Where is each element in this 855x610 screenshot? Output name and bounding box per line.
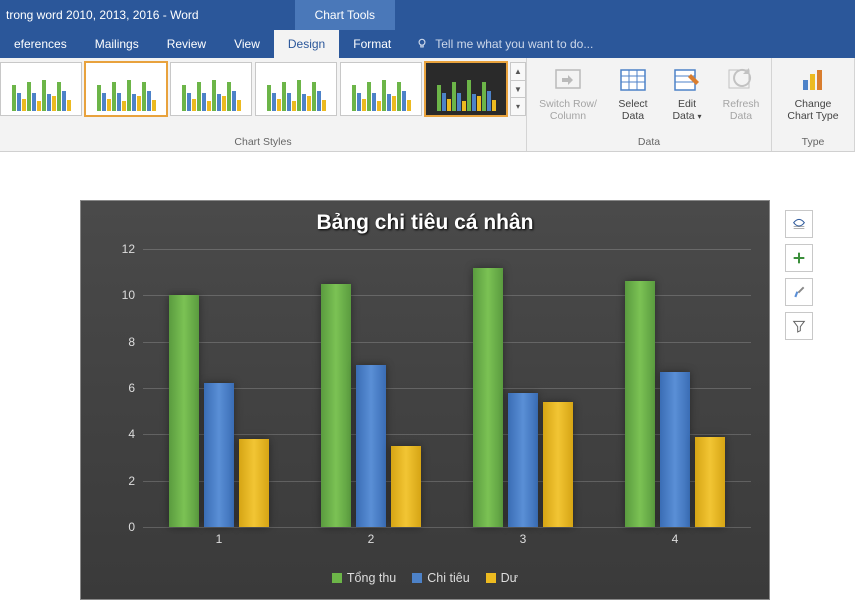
- chart-elements-button[interactable]: [785, 244, 813, 272]
- switch-row-column-button: Switch Row/ Column: [531, 62, 605, 124]
- chart-plot-area: [143, 249, 751, 527]
- plus-icon: [791, 250, 807, 266]
- bar-group: [447, 249, 599, 527]
- x-tick-label: 4: [599, 532, 751, 554]
- layout-options-icon: [791, 216, 807, 232]
- change-chart-type-button[interactable]: Change Chart Type: [776, 62, 850, 124]
- window-title: trong word 2010, 2013, 2016 - Word: [0, 8, 205, 22]
- bar[interactable]: [660, 372, 690, 527]
- chart[interactable]: Bảng chi tiêu cá nhân 024681012 1234 Tổn…: [80, 200, 770, 600]
- select-data-button[interactable]: Select Data: [607, 62, 659, 124]
- tab-view[interactable]: View: [220, 30, 274, 58]
- chart-style-1[interactable]: [0, 62, 82, 116]
- data-group-label: Data: [638, 136, 660, 149]
- legend-label: Tổng thu: [347, 571, 396, 585]
- y-tick-label: 0: [128, 520, 135, 534]
- chart-style-5[interactable]: [340, 62, 422, 116]
- lightbulb-icon: [415, 37, 429, 51]
- edit-data-button[interactable]: Edit Data ▾: [661, 62, 713, 124]
- bar[interactable]: [204, 383, 234, 527]
- paintbrush-icon: [791, 284, 807, 300]
- bar[interactable]: [391, 446, 421, 527]
- gridline: [143, 527, 751, 528]
- x-tick-label: 2: [295, 532, 447, 554]
- legend-label: Dư: [501, 571, 518, 585]
- legend-item[interactable]: Dư: [486, 571, 518, 585]
- tell-me-placeholder: Tell me what you want to do...: [435, 37, 593, 51]
- legend-item[interactable]: Tổng thu: [332, 571, 396, 585]
- chart-styles-label: Chart Styles: [234, 136, 291, 149]
- gallery-scroll-down[interactable]: ▼: [511, 81, 525, 99]
- change-chart-type-icon: [797, 64, 829, 96]
- chart-style-3[interactable]: [170, 62, 252, 116]
- document-area: Bảng chi tiêu cá nhân 024681012 1234 Tổn…: [0, 152, 855, 610]
- tab-mailings[interactable]: Mailings: [81, 30, 153, 58]
- legend-swatch: [332, 573, 342, 583]
- chart-style-4[interactable]: [255, 62, 337, 116]
- chart-styles-gallery: ▲ ▼ ▾: [0, 62, 526, 116]
- tab-review[interactable]: Review: [153, 30, 220, 58]
- bar[interactable]: [473, 268, 503, 527]
- x-tick-label: 3: [447, 532, 599, 554]
- chart-side-buttons: [785, 210, 813, 340]
- y-tick-label: 8: [128, 335, 135, 349]
- switch-row-column-icon: [552, 64, 584, 96]
- data-group: Switch Row/ Column Select Data Edit Data…: [527, 58, 772, 151]
- tab-design[interactable]: Design: [274, 30, 339, 58]
- funnel-icon: [791, 318, 807, 334]
- select-data-icon: [617, 64, 649, 96]
- bar[interactable]: [543, 402, 573, 527]
- chart-styles-group: ▲ ▼ ▾ Chart Styles: [0, 58, 527, 151]
- layout-options-button[interactable]: [785, 210, 813, 238]
- gallery-more[interactable]: ▾: [511, 98, 525, 115]
- gallery-scroll: ▲ ▼ ▾: [510, 62, 526, 116]
- chart-style-6[interactable]: [425, 62, 507, 116]
- legend-swatch: [412, 573, 422, 583]
- legend-label: Chi tiêu: [427, 571, 469, 585]
- y-tick-label: 2: [128, 474, 135, 488]
- title-bar: trong word 2010, 2013, 2016 - Word Chart…: [0, 0, 855, 30]
- chart-legend: Tổng thu Chi tiêu Dư: [81, 571, 769, 585]
- type-group: Change Chart Type Type: [772, 58, 855, 151]
- tab-format[interactable]: Format: [339, 30, 405, 58]
- bar[interactable]: [321, 284, 351, 527]
- chart-styles-button[interactable]: [785, 278, 813, 306]
- y-axis: 024681012: [81, 249, 143, 527]
- x-tick-label: 1: [143, 532, 295, 554]
- ribbon: ▲ ▼ ▾ Chart Styles Switch Row/ Column Se…: [0, 58, 855, 152]
- bar-group: [295, 249, 447, 527]
- tell-me-search[interactable]: Tell me what you want to do...: [405, 30, 603, 58]
- refresh-icon: [725, 64, 757, 96]
- legend-item[interactable]: Chi tiêu: [412, 571, 469, 585]
- legend-swatch: [486, 573, 496, 583]
- refresh-data-button: Refresh Data: [715, 62, 767, 124]
- y-tick-label: 6: [128, 381, 135, 395]
- bar-group: [143, 249, 295, 527]
- chart-title: Bảng chi tiêu cá nhân: [81, 201, 769, 239]
- bar[interactable]: [625, 281, 655, 527]
- y-tick-label: 12: [122, 242, 135, 256]
- bar[interactable]: [356, 365, 386, 527]
- bar[interactable]: [508, 393, 538, 527]
- bar-group: [599, 249, 751, 527]
- bar[interactable]: [239, 439, 269, 527]
- edit-data-icon: [671, 64, 703, 96]
- type-group-label: Type: [802, 136, 825, 149]
- ribbon-tabs: eferences Mailings Review View Design Fo…: [0, 30, 855, 58]
- y-tick-label: 10: [122, 288, 135, 302]
- chevron-down-icon: ▾: [698, 112, 702, 121]
- y-tick-label: 4: [128, 427, 135, 441]
- bar[interactable]: [695, 437, 725, 527]
- gallery-scroll-up[interactable]: ▲: [511, 63, 525, 81]
- tab-references[interactable]: eferences: [0, 30, 81, 58]
- bar[interactable]: [169, 295, 199, 527]
- chart-filters-button[interactable]: [785, 312, 813, 340]
- x-axis: 1234: [143, 532, 751, 554]
- chart-style-2[interactable]: [85, 62, 167, 116]
- chart-tools-tab-label: Chart Tools: [295, 0, 395, 30]
